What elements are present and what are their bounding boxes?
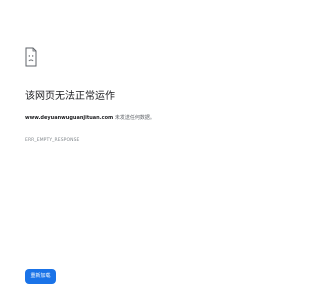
sad-page-icon xyxy=(25,47,37,67)
error-title: 该网页无法正常运作 xyxy=(25,91,115,102)
error-domain: www.deyuanwuguanjituan.com xyxy=(25,115,114,121)
reload-button[interactable]: 重新加载 xyxy=(25,269,56,284)
error-page: 该网页无法正常运作 www.deyuanwuguanjituan.com 未发送… xyxy=(0,0,300,300)
error-message-text: 未发送任何数据。 xyxy=(113,115,155,121)
error-message: www.deyuanwuguanjituan.com 未发送任何数据。 xyxy=(25,114,155,122)
error-code: ERR_EMPTY_RESPONSE xyxy=(25,138,80,143)
